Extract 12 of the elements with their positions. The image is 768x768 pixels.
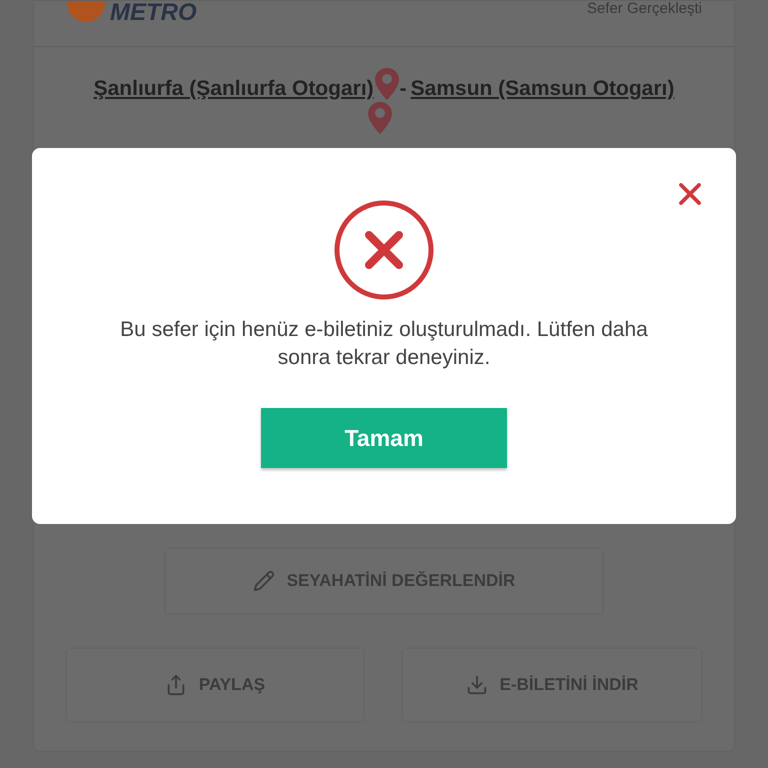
map-pin-icon bbox=[374, 67, 400, 101]
logo-text: METRO bbox=[110, 1, 197, 25]
dialog-message: Bu sefer için henüz e-biletiniz oluşturulmadı. Lütfen daha sonra tekrar deneyiniz. bbox=[119, 317, 649, 371]
destination-link[interactable]: Samsun (Samsun Otogarı) bbox=[410, 73, 674, 104]
download-icon bbox=[466, 674, 488, 696]
map-pin-icon bbox=[367, 100, 393, 134]
route-separator: - bbox=[400, 76, 407, 102]
ok-button[interactable]: Tamam bbox=[261, 408, 507, 468]
logo-icon bbox=[66, 1, 106, 25]
pencil-icon bbox=[252, 570, 275, 592]
origin-link[interactable]: Şanlıurfa (Şanlıurfa Otogarı) bbox=[94, 73, 374, 104]
error-icon bbox=[334, 200, 434, 300]
